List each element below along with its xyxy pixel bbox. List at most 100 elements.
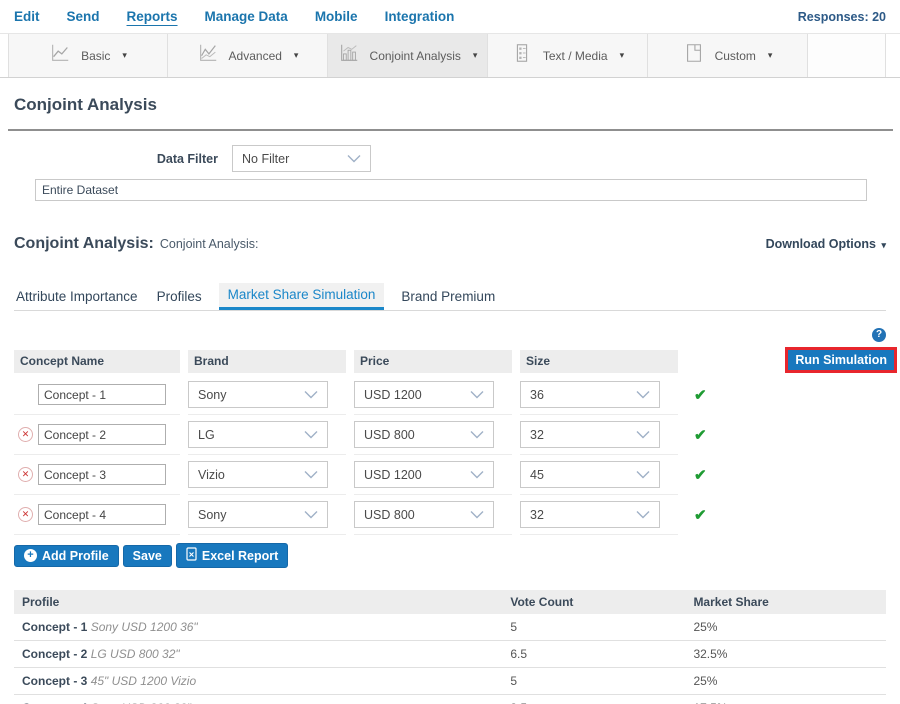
caret-down-icon bbox=[294, 50, 299, 61]
size-select[interactable]: 45 bbox=[520, 461, 660, 488]
price-value: USD 800 bbox=[364, 508, 415, 522]
nav-item-manage-data[interactable]: Manage Data bbox=[205, 9, 288, 24]
nav-item-mobile[interactable]: Mobile bbox=[315, 9, 358, 24]
profile-desc: 45" USD 1200 Vizio bbox=[91, 674, 196, 688]
chevron-down-icon bbox=[304, 508, 318, 522]
price-select[interactable]: USD 1200 bbox=[354, 381, 494, 408]
tab-brand-premium[interactable]: Brand Premium bbox=[399, 285, 497, 310]
toolbar-filler bbox=[808, 34, 886, 77]
vote-count: 5 bbox=[502, 668, 685, 695]
nav-item-integration[interactable]: Integration bbox=[385, 9, 455, 24]
report-toolbar: Basic Advanced Conjoint Analysis Text / … bbox=[0, 33, 900, 78]
chevron-down-icon bbox=[304, 468, 318, 482]
results-header-profile: Profile bbox=[14, 590, 502, 614]
valid-check-icon bbox=[694, 386, 707, 404]
profile-desc: LG USD 800 32" bbox=[91, 647, 180, 661]
text-media-icon bbox=[511, 42, 533, 69]
concept-name-input[interactable] bbox=[38, 384, 166, 405]
chevron-down-icon bbox=[470, 508, 484, 522]
results-header-market-share: Market Share bbox=[685, 590, 886, 614]
toolbar-item-text-media[interactable]: Text / Media bbox=[488, 34, 648, 77]
run-simulation-button[interactable]: Run Simulation bbox=[785, 347, 897, 373]
column-header-price: Price bbox=[354, 350, 512, 373]
size-value: 36 bbox=[530, 388, 544, 402]
price-select[interactable]: USD 1200 bbox=[354, 461, 494, 488]
brand-select[interactable]: Sony bbox=[188, 381, 328, 408]
download-options-label: Download Options bbox=[766, 237, 876, 251]
valid-check-icon bbox=[694, 506, 707, 524]
report-tabs: Attribute Importance Profiles Market Sha… bbox=[14, 283, 886, 311]
brand-select[interactable]: Sony bbox=[188, 501, 328, 528]
concept-row-4: Sony USD 800 32 bbox=[14, 495, 886, 535]
size-value: 32 bbox=[530, 428, 544, 442]
brand-value: LG bbox=[198, 428, 215, 442]
market-share: 17.5% bbox=[685, 695, 886, 704]
caret-down-icon bbox=[122, 50, 127, 61]
chevron-down-icon bbox=[636, 508, 650, 522]
toolbar-item-label: Custom bbox=[715, 49, 756, 63]
section-title: Conjoint Analysis: bbox=[14, 235, 154, 253]
toolbar-item-advanced[interactable]: Advanced bbox=[168, 34, 328, 77]
line-chart-icon bbox=[49, 42, 71, 69]
brand-select[interactable]: Vizio bbox=[188, 461, 328, 488]
excel-report-button[interactable]: Excel Report bbox=[176, 543, 288, 568]
nav-item-edit[interactable]: Edit bbox=[14, 9, 40, 24]
chevron-down-icon bbox=[304, 428, 318, 442]
download-options-button[interactable]: Download Options bbox=[766, 237, 886, 251]
tab-market-share-simulation[interactable]: Market Share Simulation bbox=[219, 283, 385, 310]
market-share: 25% bbox=[685, 668, 886, 695]
tab-profiles[interactable]: Profiles bbox=[155, 285, 204, 310]
concept-name-input[interactable] bbox=[38, 464, 166, 485]
save-label: Save bbox=[133, 549, 162, 563]
data-filter-select[interactable]: No Filter bbox=[232, 145, 371, 172]
chevron-down-icon bbox=[636, 388, 650, 402]
price-select[interactable]: USD 800 bbox=[354, 421, 494, 448]
concept-table-header: Concept Name Brand Price Size Run Simula… bbox=[14, 350, 886, 373]
concept-name-input[interactable] bbox=[38, 504, 166, 525]
brand-select[interactable]: LG bbox=[188, 421, 328, 448]
profile-desc: Sony USD 1200 36" bbox=[91, 620, 198, 634]
size-select[interactable]: 36 bbox=[520, 381, 660, 408]
vote-count: 5 bbox=[502, 614, 685, 641]
save-button[interactable]: Save bbox=[123, 545, 172, 567]
chevron-down-icon bbox=[636, 468, 650, 482]
add-profile-label: Add Profile bbox=[42, 549, 109, 563]
size-select[interactable]: 32 bbox=[520, 421, 660, 448]
chevron-down-icon bbox=[636, 428, 650, 442]
title-divider bbox=[8, 129, 893, 131]
results-header-vote-count: Vote Count bbox=[502, 590, 685, 614]
nav-item-reports[interactable]: Reports bbox=[127, 9, 178, 24]
chevron-down-icon bbox=[304, 388, 318, 402]
table-row: Concept - 1 Sony USD 1200 36" 5 25% bbox=[14, 614, 886, 641]
delete-row-icon[interactable] bbox=[18, 507, 33, 522]
add-profile-button[interactable]: Add Profile bbox=[14, 545, 119, 567]
vote-count: 6.5 bbox=[502, 641, 685, 668]
dataset-input[interactable] bbox=[35, 179, 867, 201]
concept-name-input[interactable] bbox=[38, 424, 166, 445]
plus-circle-icon bbox=[24, 549, 37, 562]
profile-name: Concept - 1 bbox=[22, 620, 87, 634]
excel-report-label: Excel Report bbox=[202, 549, 278, 563]
data-filter-value: No Filter bbox=[242, 152, 289, 166]
market-share: 32.5% bbox=[685, 641, 886, 668]
toolbar-item-conjoint-analysis[interactable]: Conjoint Analysis bbox=[328, 34, 488, 77]
section-subtitle: Conjoint Analysis: bbox=[160, 237, 259, 251]
toolbar-item-basic[interactable]: Basic bbox=[8, 34, 168, 77]
toolbar-item-custom[interactable]: Custom bbox=[648, 34, 808, 77]
price-value: USD 800 bbox=[364, 428, 415, 442]
price-select[interactable]: USD 800 bbox=[354, 501, 494, 528]
tab-attribute-importance[interactable]: Attribute Importance bbox=[14, 285, 140, 310]
profile-name: Concept - 3 bbox=[22, 674, 87, 688]
column-header-concept-name: Concept Name bbox=[14, 350, 180, 373]
delete-row-icon[interactable] bbox=[18, 427, 33, 442]
size-value: 32 bbox=[530, 508, 544, 522]
chevron-down-icon bbox=[470, 428, 484, 442]
help-icon[interactable] bbox=[872, 328, 886, 342]
column-header-size: Size bbox=[520, 350, 678, 373]
delete-row-icon[interactable] bbox=[18, 467, 33, 482]
size-select[interactable]: 32 bbox=[520, 501, 660, 528]
toolbar-item-label: Text / Media bbox=[543, 49, 608, 63]
bar-chart-icon bbox=[338, 42, 360, 69]
results-table: Profile Vote Count Market Share Concept … bbox=[14, 590, 886, 704]
nav-item-send[interactable]: Send bbox=[67, 9, 100, 24]
